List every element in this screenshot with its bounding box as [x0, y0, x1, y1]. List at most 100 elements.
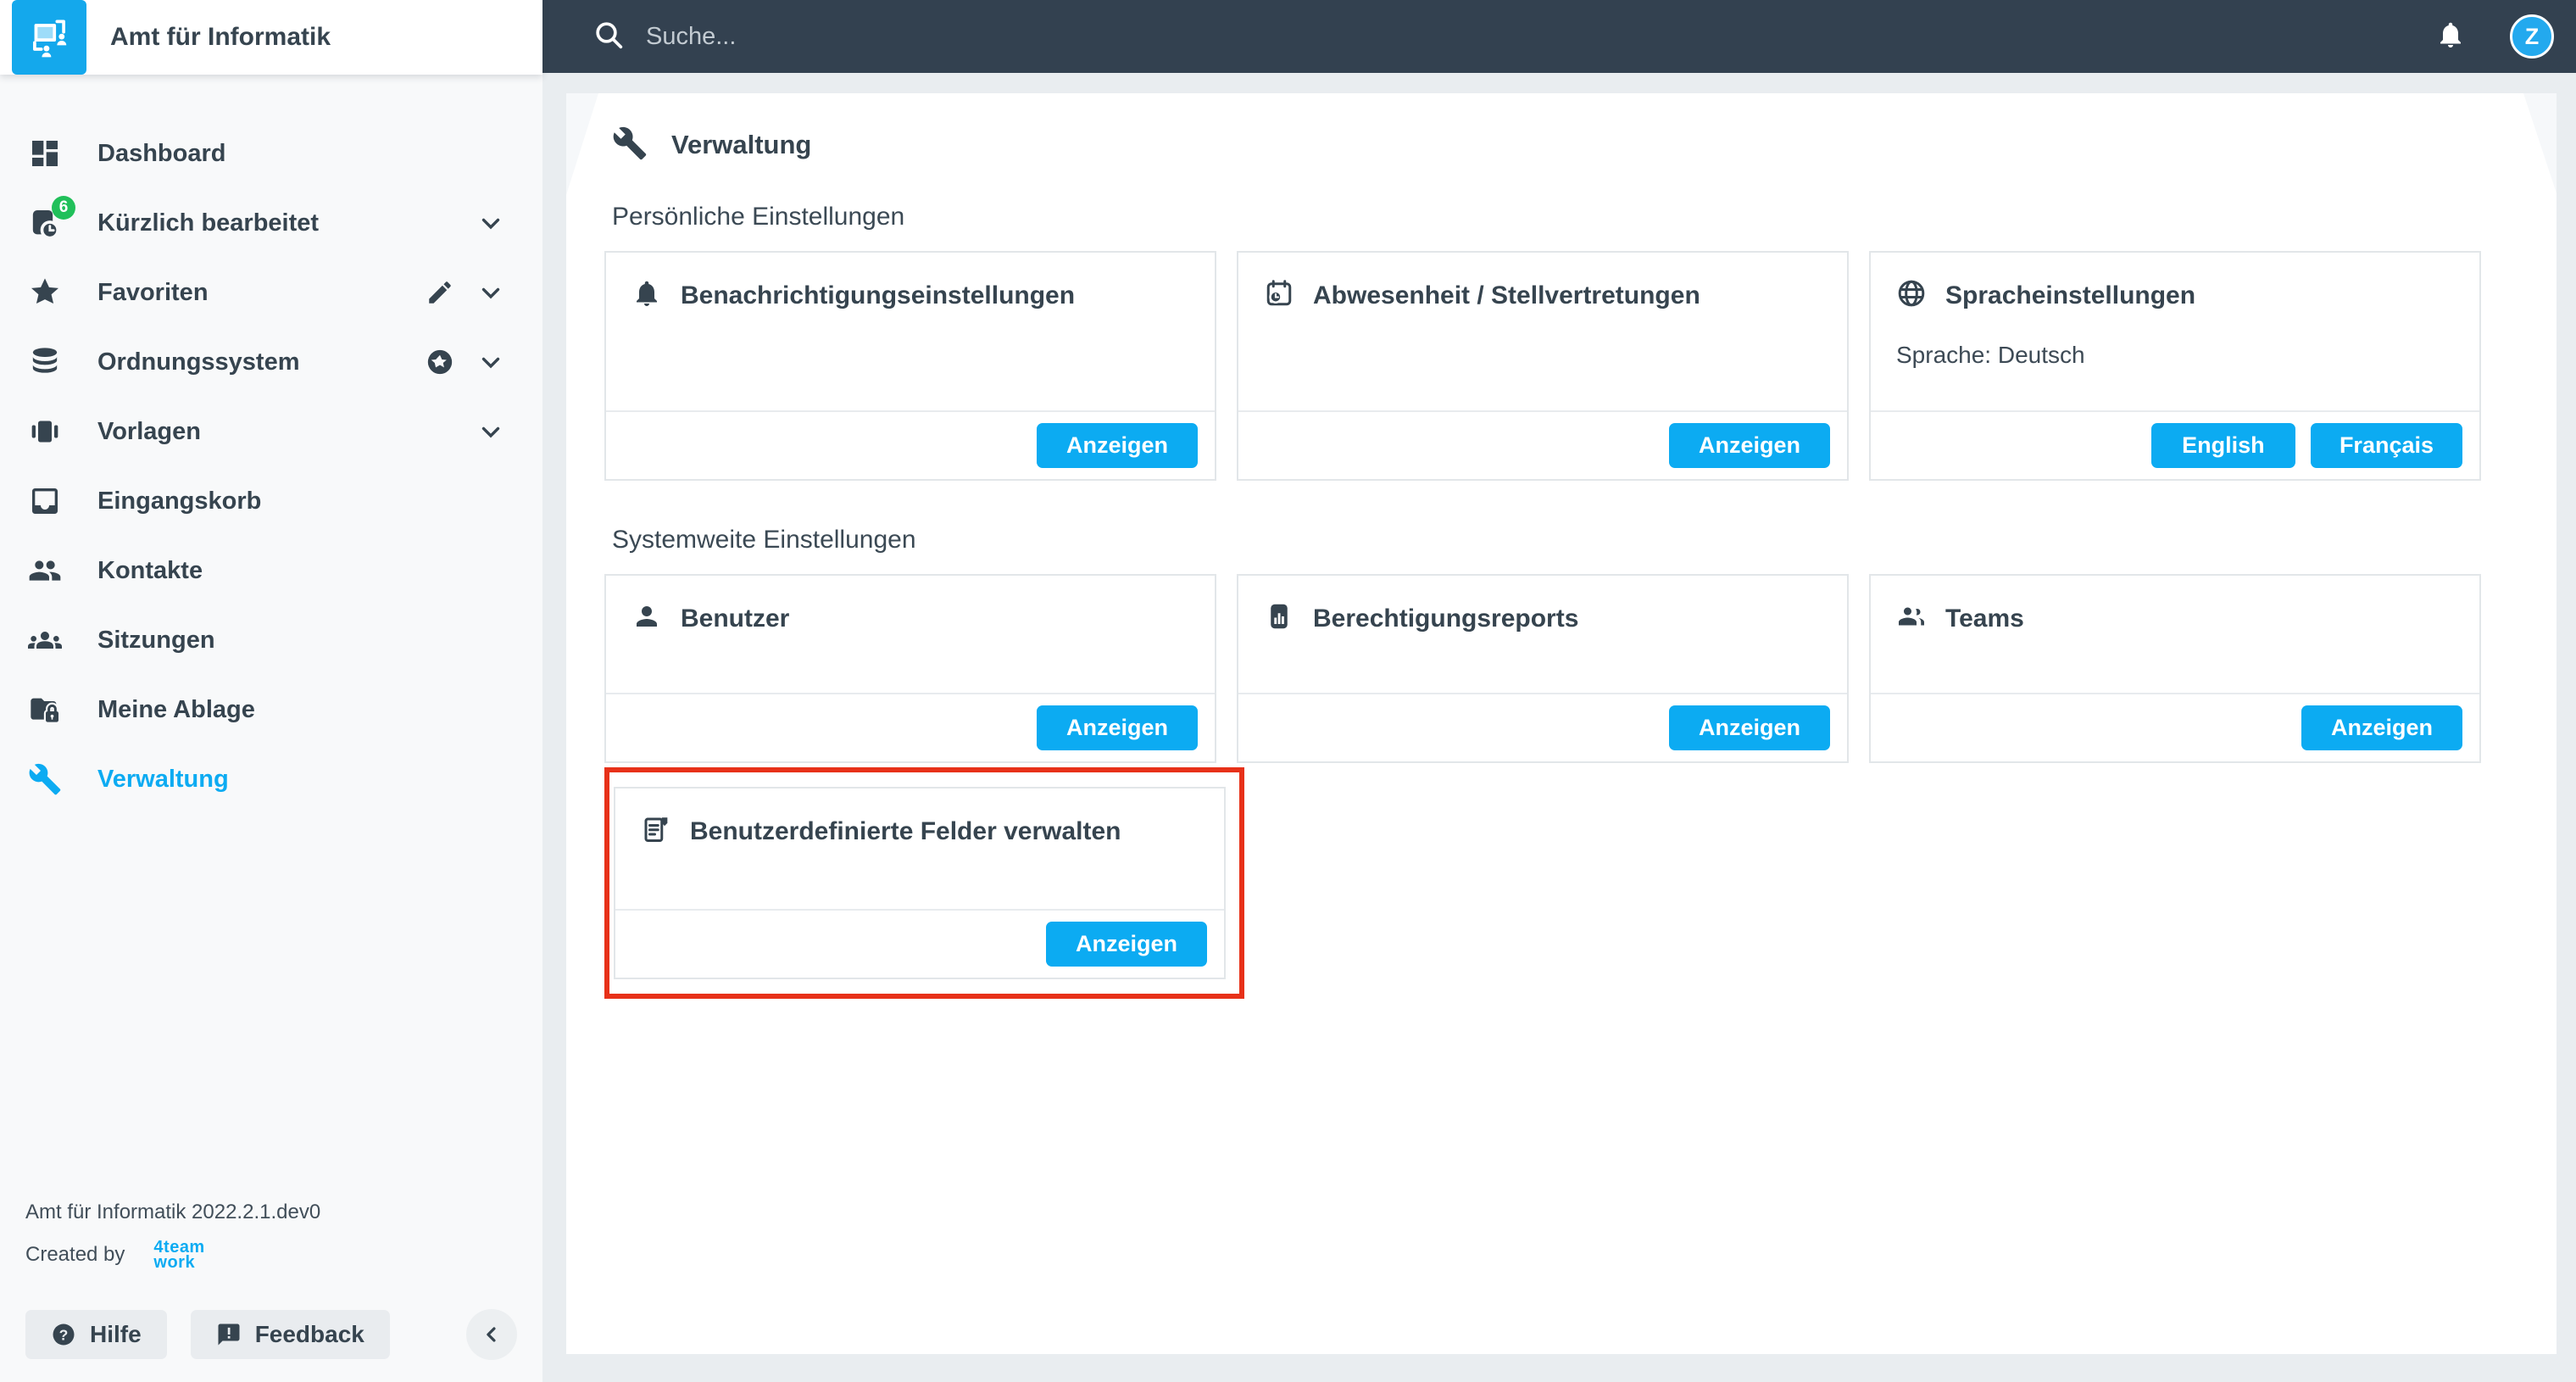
highlight-annotation-box: Benutzerdefinierte Felder verwalten Anze… [604, 767, 1244, 999]
main-area: Verwaltung Persönliche Einstellungen Ben… [542, 73, 2576, 1382]
anzeigen-button[interactable]: Anzeigen [1046, 922, 1207, 967]
search-input[interactable] [646, 22, 1409, 51]
sidebar-item-meine-ablage[interactable]: Meine Ablage [0, 675, 542, 744]
card-benachrichtigungseinstellungen: Benachrichtigungseinstellungen Anzeigen [604, 251, 1216, 481]
meetings-group-icon [28, 623, 62, 657]
card-benutzer: Benutzer Anzeigen [604, 574, 1216, 763]
sidebar-item-label: Meine Ablage [97, 695, 255, 723]
4teamwork-logo[interactable]: 4team work [153, 1239, 204, 1272]
language-current-label: Sprache: Deutsch [1896, 342, 2085, 368]
help-circle-icon: ? [53, 1323, 75, 1346]
sidebar-item-label: Favoriten [97, 278, 209, 306]
sidebar-item-label: Kontakte [97, 556, 203, 584]
dashboard-grid-icon [28, 137, 62, 170]
card-title: Benutzer [681, 604, 790, 632]
sidebar-item-favoriten[interactable]: Favoriten [0, 258, 542, 327]
english-button[interactable]: English [2151, 423, 2295, 468]
top-bar: Z [542, 0, 2576, 73]
card-spracheinstellungen: Spracheinstellungen Sprache: Deutsch Eng… [1869, 251, 2481, 481]
anzeigen-button[interactable]: Anzeigen [1037, 423, 1198, 468]
search-icon [592, 18, 626, 56]
card-title: Benutzerdefinierte Felder verwalten [690, 816, 1121, 845]
feedback-bubble-icon [218, 1323, 240, 1346]
custom-fields-form-icon [641, 814, 671, 849]
sidebar-item-sitzungen[interactable]: Sitzungen [0, 605, 542, 675]
sidebar-item-label: Ordnungssystem [97, 348, 300, 376]
sidebar-item-kontakte[interactable]: Kontakte [0, 536, 542, 605]
card-row-personal: Benachrichtigungseinstellungen Anzeigen [604, 251, 2557, 481]
sidebar-item-kuerzlich-bearbeitet[interactable]: 6 Kürzlich bearbeitet [0, 188, 542, 258]
user-avatar[interactable]: Z [2510, 14, 2554, 59]
sidebar-item-label: Vorlagen [97, 417, 201, 445]
card-teams: Teams Anzeigen [1869, 574, 2481, 763]
card-title: Teams [1945, 604, 2024, 632]
card-title: Spracheinstellungen [1945, 281, 2196, 309]
anzeigen-button[interactable]: Anzeigen [1669, 705, 1830, 750]
report-chart-icon [1264, 601, 1294, 636]
bell-icon [631, 278, 662, 313]
wrench-icon [612, 125, 648, 165]
chevron-down-icon[interactable] [476, 348, 505, 376]
created-by-label: Created by [25, 1243, 125, 1266]
chevron-left-icon [487, 1327, 496, 1342]
anzeigen-button[interactable]: Anzeigen [1669, 423, 1830, 468]
content-panel: Verwaltung Persönliche Einstellungen Ben… [566, 93, 2557, 1354]
chevron-down-icon[interactable] [476, 209, 505, 237]
svg-text:?: ? [59, 1326, 69, 1343]
app-logo-icon[interactable] [12, 0, 86, 75]
app-window: Z Amt für Informatik [0, 0, 2576, 1382]
teams-people-icon [1896, 601, 1927, 636]
recent-count-badge: 6 [52, 196, 75, 220]
sidebar-item-dashboard[interactable]: Dashboard [0, 119, 542, 188]
francais-button[interactable]: Français [2311, 423, 2462, 468]
sidebar-item-label: Kürzlich bearbeitet [97, 209, 320, 237]
sidebar: Amt für Informatik Dashboard 6 Kürzlich … [0, 0, 542, 1382]
card-title: Benachrichtigungseinstellungen [681, 281, 1076, 309]
section-heading-persoenliche: Persönliche Einstellungen [612, 203, 905, 231]
card-title: Berechtigungsreports [1313, 604, 1579, 632]
sidebar-item-ordnungssystem[interactable]: Ordnungssystem [0, 327, 542, 397]
section-heading-systemweite: Systemweite Einstellungen [612, 526, 916, 554]
recent-document-clock-icon: 6 [28, 196, 75, 240]
notifications-bell-icon[interactable] [2435, 20, 2466, 53]
feedback-button[interactable]: Feedback [190, 1310, 390, 1359]
templates-carousel-icon [28, 415, 62, 449]
sidebar-item-verwaltung[interactable]: Verwaltung [0, 744, 542, 814]
user-icon [631, 601, 662, 636]
anzeigen-button[interactable]: Anzeigen [1037, 705, 1198, 750]
app-version: Amt für Informatik 2022.2.1.dev0 [25, 1201, 321, 1223]
star-icon [28, 276, 62, 309]
card-abwesenheit-stellvertretungen: Abwesenheit / Stellvertretungen Anzeigen [1237, 251, 1849, 481]
app-header: Amt für Informatik [0, 0, 542, 75]
chevron-down-icon[interactable] [476, 417, 505, 446]
sidebar-nav: Dashboard 6 Kürzlich bearbeitet Favorite… [0, 75, 542, 814]
feedback-label: Feedback [254, 1321, 364, 1347]
page-title: Verwaltung [671, 130, 812, 159]
sidebar-item-vorlagen[interactable]: Vorlagen [0, 397, 542, 466]
folder-lock-icon [28, 693, 62, 727]
brand-line2: work [153, 1253, 196, 1272]
sidebar-item-label: Eingangskorb [97, 487, 262, 515]
globe-icon [1896, 278, 1927, 313]
sidebar-item-label: Verwaltung [97, 765, 229, 793]
anzeigen-button[interactable]: Anzeigen [2301, 705, 2462, 750]
sidebar-footer: Amt für Informatik 2022.2.1.dev0 Created… [25, 1201, 517, 1360]
card-berechtigungsreports: Berechtigungsreports Anzeigen [1237, 574, 1849, 763]
star-circle-icon[interactable] [426, 348, 454, 376]
card-benutzerdefinierte-felder: Benutzerdefinierte Felder verwalten Anze… [614, 787, 1226, 979]
inbox-icon [28, 484, 62, 518]
card-row-system: Benutzer Anzeigen Berechtigungsreports A… [604, 574, 2557, 763]
card-title: Abwesenheit / Stellvertretungen [1313, 281, 1700, 309]
help-label: Hilfe [90, 1321, 142, 1347]
wrench-icon [28, 762, 62, 796]
chevron-down-icon[interactable] [476, 278, 505, 307]
app-title: Amt für Informatik [110, 23, 331, 51]
edit-pencil-icon[interactable] [426, 278, 454, 307]
global-search[interactable] [592, 18, 2435, 56]
sidebar-item-label: Sitzungen [97, 626, 215, 654]
page-header: Verwaltung [612, 125, 2557, 164]
sidebar-item-eingangskorb[interactable]: Eingangskorb [0, 466, 542, 536]
help-button[interactable]: ? Hilfe [25, 1310, 167, 1359]
sidebar-collapse-button[interactable] [466, 1309, 517, 1360]
sidebar-item-label: Dashboard [97, 139, 226, 167]
